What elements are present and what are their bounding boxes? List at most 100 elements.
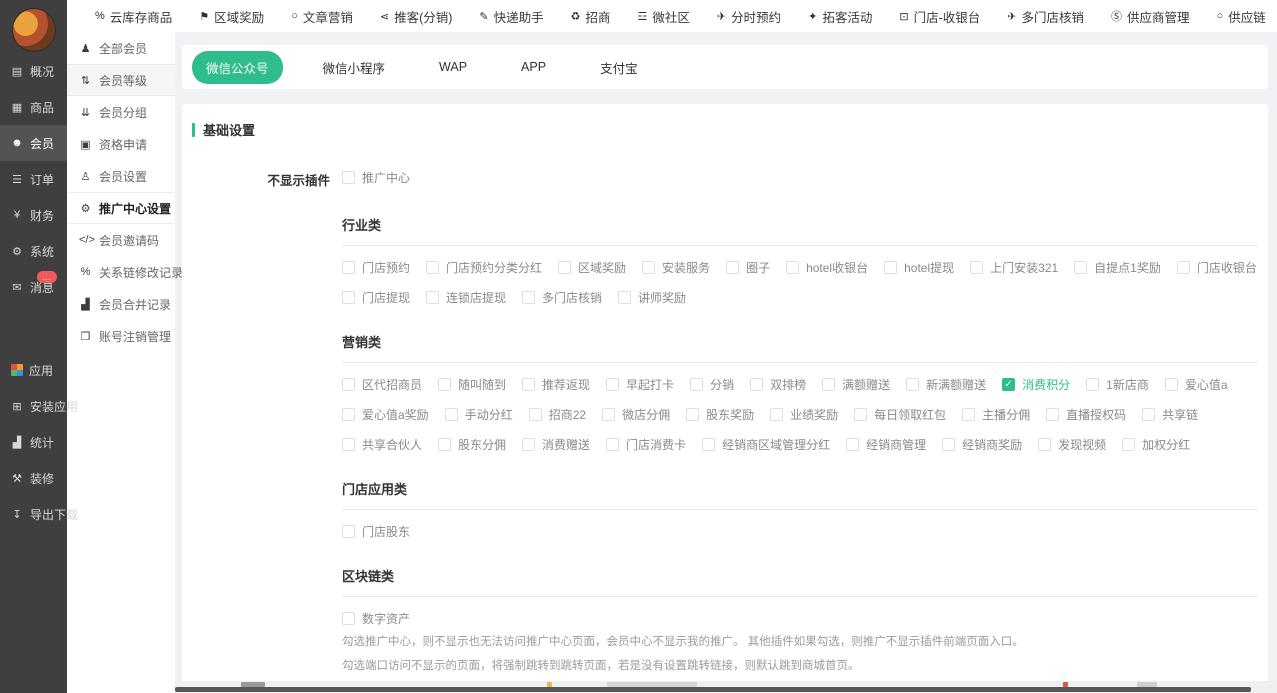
submenu-item[interactable]: ⚙ 推广中心设置 [67, 192, 175, 224]
main-sidebar: ▤ 概况 ▦ 商品 ☻ 会员 ☰ 订单 [0, 0, 67, 693]
checkbox-box [1002, 378, 1015, 391]
checkbox-item[interactable]: 爱心值a奖励 [342, 406, 429, 423]
checkbox-item[interactable]: 门店提现 [342, 289, 410, 306]
checkbox-item[interactable]: 自提点1奖励 [1074, 259, 1161, 276]
topbar-item[interactable]: ✦ 拓客活动 [808, 7, 872, 26]
checkbox-item[interactable]: 随叫随到 [438, 376, 506, 393]
checkbox-item[interactable]: 门店收银台 [1177, 259, 1257, 276]
sidebar-item[interactable]: ▦ 商品 [0, 89, 67, 125]
topbar-item[interactable]: ⊡ 门店-收银台 [899, 7, 980, 26]
checkbox-item[interactable]: hotel提现 [884, 259, 954, 276]
checkbox-item[interactable]: 爱心值a [1165, 376, 1228, 393]
checkbox-item[interactable]: 加权分红 [1122, 436, 1190, 453]
topbar-item[interactable]: Ⓢ 供应商管理 [1111, 7, 1190, 26]
platform-tab[interactable]: 微信小程序 [309, 51, 400, 84]
checkbox-item[interactable]: 经销商区域管理分红 [702, 436, 830, 453]
horizontal-scrollbar[interactable] [175, 687, 1251, 692]
topbar-item[interactable]: ⋖ 推客(分销) [380, 7, 453, 26]
checkbox-item[interactable]: 股东分佣 [438, 436, 506, 453]
sidebar-item[interactable]: ¥ 财务 [0, 197, 67, 233]
checkbox-item[interactable]: 新满额赠送 [906, 376, 986, 393]
topbar-item[interactable]: ♻ 招商 [571, 7, 611, 26]
checkbox-item[interactable]: 经销商奖励 [942, 436, 1022, 453]
topbar-item[interactable]: ⚑ 区域奖励 [199, 7, 264, 26]
checkbox-item[interactable]: 招商22 [529, 406, 586, 423]
checkbox-item[interactable]: 消费积分 [1002, 376, 1070, 393]
checkbox-item[interactable]: 发现视频 [1038, 436, 1106, 453]
checkbox-item[interactable]: 共享链 [1142, 406, 1198, 423]
checkbox-item[interactable]: 门店预约分类分红 [426, 259, 542, 276]
checkbox-item[interactable]: 门店股东 [342, 523, 410, 540]
checkbox-item[interactable]: 推荐返现 [522, 376, 590, 393]
checkbox-item[interactable]: 分销 [690, 376, 734, 393]
submenu-item[interactable]: </> 会员邀请码 [67, 224, 175, 256]
avatar[interactable] [12, 8, 56, 52]
topbar-item[interactable]: ✎ 快递助手 [479, 7, 543, 26]
checkbox-item[interactable]: 双排榜 [750, 376, 806, 393]
sidebar-item[interactable]: ↧ 导出下载 [0, 496, 67, 532]
checkbox-item[interactable]: 直播授权码 [1046, 406, 1126, 423]
checkbox-item[interactable]: 主播分佣 [962, 406, 1030, 423]
submenu-item[interactable]: ♙ 会员设置 [67, 160, 175, 192]
topbar-item[interactable]: ☲ 微社区 [638, 7, 690, 26]
checkbox-item[interactable]: 门店消费卡 [606, 436, 686, 453]
submenu-item[interactable]: % 关系链修改记录 [67, 256, 175, 288]
submenu-item[interactable]: ▟ 会员合并记录 [67, 288, 175, 320]
sidebar-item[interactable]: ☻ 会员 [0, 125, 67, 161]
submenu-item-label: 资格申请 [99, 136, 147, 153]
platform-tab[interactable]: APP [507, 53, 560, 81]
checkbox-item[interactable]: 多门店核销 [522, 289, 602, 306]
sidebar-item[interactable]: ▤ 概况 [0, 53, 67, 89]
checkbox-item[interactable]: 安装服务 [642, 259, 710, 276]
platform-tab-label: APP [521, 60, 546, 74]
sidebar-item[interactable]: ✉ 消息 … [0, 269, 67, 305]
checkbox-box [702, 438, 715, 451]
platform-tab[interactable]: 支付宝 [586, 51, 652, 84]
sidebar-item[interactable]: ⚙ 系统 [0, 233, 67, 269]
topbar-item[interactable]: ○ 文章营销 [291, 7, 353, 26]
checkbox-item[interactable]: 满额赠送 [822, 376, 890, 393]
platform-tab[interactable]: 微信公众号 [192, 51, 283, 84]
platform-tab-label: 支付宝 [600, 62, 638, 76]
topbar-item[interactable]: % 云库存商品 [95, 7, 172, 26]
checkbox-item[interactable]: 共享合伙人 [342, 436, 422, 453]
checkbox-item[interactable]: 门店预约 [342, 259, 410, 276]
submenu-item[interactable]: ⇊ 会员分组 [67, 96, 175, 128]
topbar-item[interactable]: ✈ 分时预约 [717, 7, 781, 26]
checkbox-item[interactable]: 连锁店提现 [426, 289, 506, 306]
checkbox-promotion-center[interactable]: 推广中心 [342, 169, 410, 186]
submenu-item[interactable]: ▣ 资格申请 [67, 128, 175, 160]
sidebar-item[interactable]: ▟ 统计 [0, 424, 67, 460]
checkbox-item[interactable]: 区代招商员 [342, 376, 422, 393]
sidebar-item-label: 应用 [29, 362, 53, 379]
checkbox-item[interactable]: 1新店商 [1086, 376, 1149, 393]
checkbox-item[interactable]: 每日领取红包 [854, 406, 946, 423]
submenu-item[interactable]: ♟ 全部会员 [67, 32, 175, 64]
checkbox-item[interactable]: 业绩奖励 [770, 406, 838, 423]
checkbox-item[interactable]: 微店分佣 [602, 406, 670, 423]
topbar-item[interactable]: ✈ 多门店核销 [1007, 7, 1084, 26]
submenu-item-icon: ♟ [79, 42, 92, 55]
sidebar-item[interactable]: ⊞ 安装应用 [0, 388, 67, 424]
sidebar-item[interactable]: 应用 [0, 352, 67, 388]
submenu-item[interactable]: ❐ 账号注销管理 [67, 320, 175, 352]
checkbox-box [690, 378, 703, 391]
checkbox-item[interactable]: 手动分红 [445, 406, 513, 423]
sidebar-item[interactable]: ☰ 订单 [0, 161, 67, 197]
checkbox-item[interactable]: 区域奖励 [558, 259, 626, 276]
checkbox-item[interactable]: 讲师奖励 [618, 289, 686, 306]
checkbox-item[interactable]: 早起打卡 [606, 376, 674, 393]
checkbox-item[interactable]: 圈子 [726, 259, 770, 276]
topbar-item[interactable]: ○ 供应链 [1217, 7, 1266, 26]
checkbox-item[interactable]: 股东奖励 [686, 406, 754, 423]
checkbox-item[interactable]: 经销商管理 [846, 436, 926, 453]
checkbox-item[interactable]: 上门安装321 [970, 259, 1058, 276]
checkbox-box [438, 438, 451, 451]
checkbox-item[interactable]: 数字资产 [342, 610, 410, 627]
checkbox-item[interactable]: 消费赠送 [522, 436, 590, 453]
sidebar-item[interactable]: ⚒ 装修 [0, 460, 67, 496]
platform-tab[interactable]: WAP [425, 53, 481, 81]
checkbox-box [342, 261, 355, 274]
submenu-item[interactable]: ⇅ 会员等级 [67, 64, 175, 96]
checkbox-item[interactable]: hotel收银台 [786, 259, 868, 276]
